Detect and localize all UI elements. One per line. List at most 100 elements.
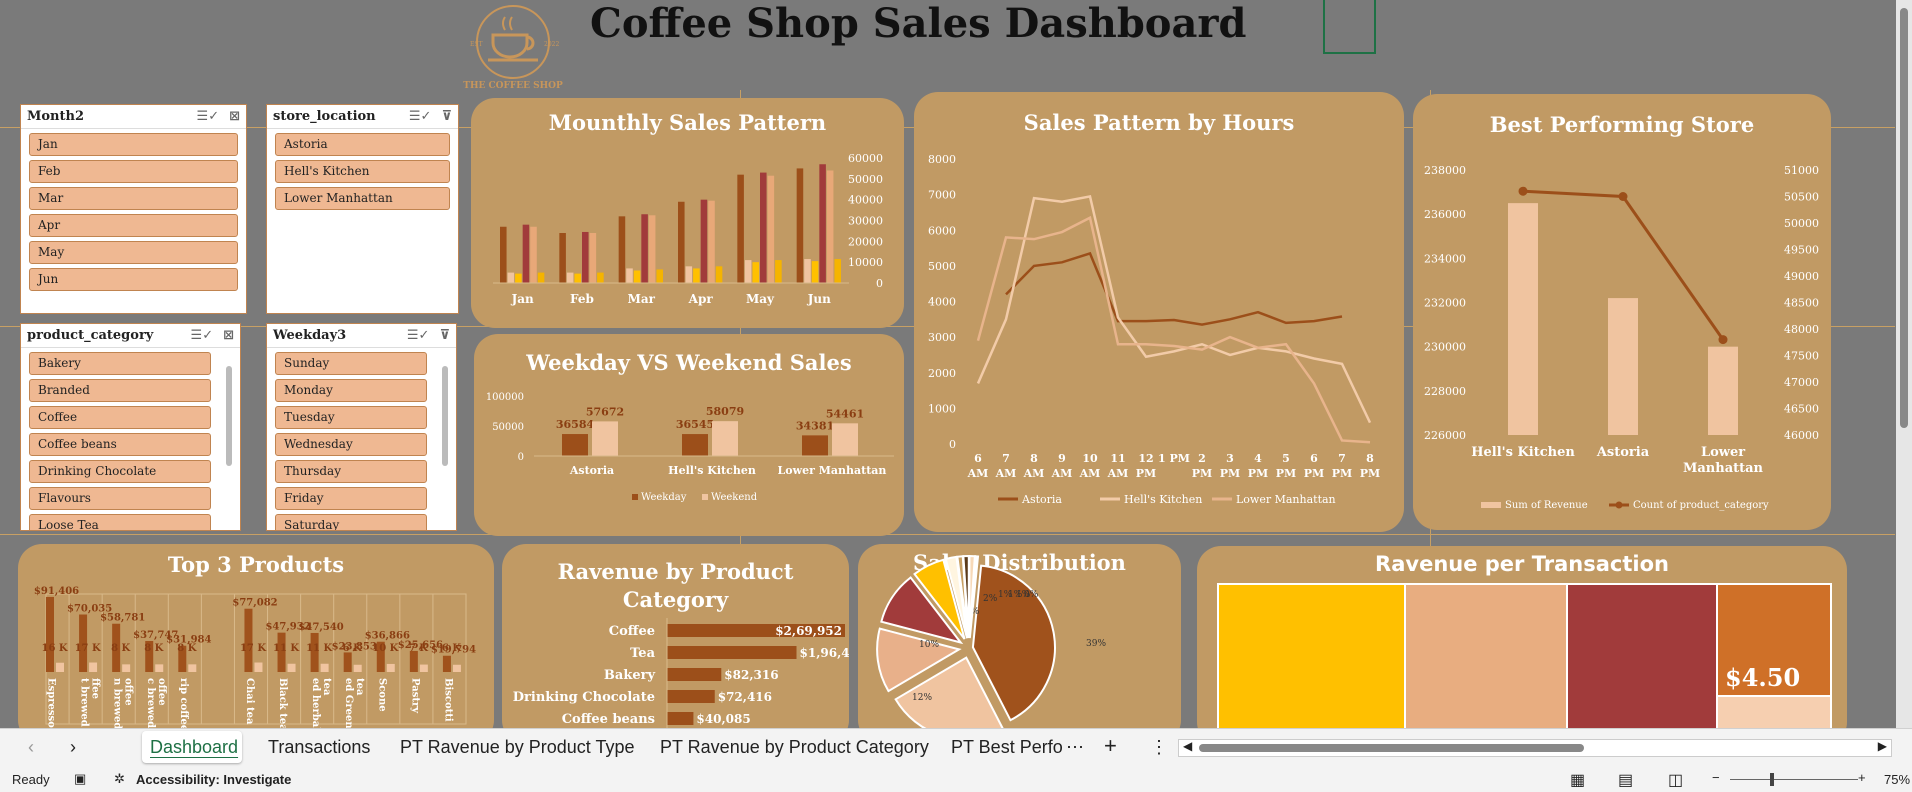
page-break-icon[interactable]: ◫ xyxy=(1668,770,1683,790)
slicer-item[interactable]: Coffee xyxy=(29,406,211,429)
slicer-item[interactable]: Jun xyxy=(29,268,238,291)
x-tick-label: Jun xyxy=(807,292,831,306)
window-vertical-scrollbar[interactable] xyxy=(1896,0,1912,728)
store-location-slicer[interactable]: store_location ☰✓ ⊽ Astoria Hell's Kitchen… xyxy=(266,104,459,314)
tab-dashboard[interactable]: Dashboard xyxy=(150,737,238,758)
slicer-item[interactable]: Apr xyxy=(29,214,238,237)
category-revenue-chart[interactable]: Ravenue by Product Category Coffee $2,69,… xyxy=(502,544,849,744)
multi-select-icon[interactable]: ☰✓ xyxy=(191,328,214,343)
bar xyxy=(648,215,656,283)
top-products-chart[interactable]: Top 3 Products $91,406 16 K Espresso $70,03… xyxy=(18,544,494,744)
slicer-scrollbar[interactable] xyxy=(226,366,232,466)
y-tick-label: 0 xyxy=(949,438,956,451)
month-slicer[interactable]: Month2 ☰✓ ⊠ Jan Feb Mar Apr May Jun xyxy=(20,104,247,314)
sales-distribution-chart[interactable]: Sales Distribution 39%12%10%6%2%1%1%1%0% xyxy=(858,544,1181,744)
scroll-right-icon[interactable]: ▶ xyxy=(1878,739,1887,753)
slicer-item[interactable]: Jan xyxy=(29,133,238,156)
clear-filter-icon[interactable]: ⊽ xyxy=(441,109,452,124)
accessibility-status[interactable]: Accessibility: Investigate xyxy=(136,772,291,787)
y2-tick-label: 49000 xyxy=(1784,270,1819,283)
grid-line xyxy=(0,534,1895,535)
slicer-item[interactable]: Astoria xyxy=(275,133,450,156)
slicer-item[interactable]: Mar xyxy=(29,187,238,210)
slicer-item[interactable]: Branded xyxy=(29,379,211,402)
bar xyxy=(500,226,507,283)
zoom-slider[interactable] xyxy=(1730,779,1858,780)
slicer-item[interactable]: Bakery xyxy=(29,352,211,375)
slicer-item[interactable]: Tuesday xyxy=(275,406,427,429)
clear-filter-icon[interactable]: ⊠ xyxy=(223,328,234,343)
slicer-item[interactable]: Drinking Chocolate xyxy=(29,460,211,483)
scroll-left-icon[interactable]: ◀ xyxy=(1183,739,1192,753)
y-tick-label: Coffee beans xyxy=(562,712,655,727)
y-tick-label: 228000 xyxy=(1424,385,1466,398)
monthly-sales-chart[interactable]: Mounthly Sales Pattern 60000 50000 40000 30… xyxy=(471,98,904,328)
slicer-title: store_location xyxy=(273,109,376,124)
x-tick-label: 1 PM xyxy=(1158,452,1190,465)
product-category-slicer[interactable]: product_category ☰✓ ⊠ Bakery Branded Coffee… xyxy=(20,323,241,531)
horizontal-scrollbar[interactable]: ◀ ▶ xyxy=(1178,739,1892,757)
scroll-thumb[interactable] xyxy=(1199,744,1584,752)
macro-icon[interactable]: ▣ xyxy=(74,771,86,787)
page-layout-icon[interactable]: ▤ xyxy=(1618,770,1633,790)
tab-pt-best-performing[interactable]: PT Best Perfo xyxy=(951,737,1063,758)
x-tick-label: Hell's Kitchen xyxy=(668,464,756,477)
bar xyxy=(287,663,296,672)
y-tick-label: 1000 xyxy=(928,402,956,415)
prev-sheet-icon[interactable]: ‹ xyxy=(28,737,34,758)
multi-select-icon[interactable]: ☰✓ xyxy=(407,328,430,343)
zoom-in-icon[interactable]: + xyxy=(1858,770,1866,785)
slicer-item[interactable]: Flavours xyxy=(29,487,211,510)
y2-tick-label: 47500 xyxy=(1784,350,1819,363)
scroll-thumb[interactable] xyxy=(1900,8,1908,428)
more-tabs-icon[interactable]: ⋯ xyxy=(1066,737,1084,758)
bar xyxy=(667,712,694,725)
x-tick-label: PM xyxy=(1248,467,1268,480)
bar xyxy=(811,261,819,283)
bar xyxy=(574,273,581,283)
selected-cell[interactable] xyxy=(1323,0,1376,54)
weekday-slicer[interactable]: Weekday3 ☰✓ ⊽ Sunday Monday Tuesday Wednesda… xyxy=(266,323,457,531)
slicer-item[interactable]: Saturday xyxy=(275,514,427,530)
zoom-out-icon[interactable]: − xyxy=(1712,770,1720,785)
slicer-item[interactable]: Sunday xyxy=(275,352,427,375)
y-tick-label: Bakery xyxy=(604,668,656,683)
bar xyxy=(562,434,588,456)
weekday-weekend-chart[interactable]: Weekday VS Weekend Sales 100000 50000 0 365… xyxy=(474,334,904,536)
hourly-sales-chart[interactable]: Sales Pattern by Hours 8000 7000 6000 5000 4… xyxy=(914,92,1404,532)
slicer-item[interactable]: Hell's Kitchen xyxy=(275,160,450,183)
slicer-item[interactable]: Friday xyxy=(275,487,427,510)
slicer-item[interactable]: Feb xyxy=(29,160,238,183)
x-tick-label: c brewed xyxy=(145,678,156,728)
sheet-options-icon[interactable]: ⋮ xyxy=(1150,737,1168,758)
add-sheet-icon[interactable]: + xyxy=(1104,733,1117,759)
bar xyxy=(744,260,752,283)
x-tick-label: AM xyxy=(1051,467,1073,480)
clear-filter-icon[interactable]: ⊠ xyxy=(229,109,240,124)
multi-select-icon[interactable]: ☰✓ xyxy=(197,109,220,124)
multi-select-icon[interactable]: ☰✓ xyxy=(409,109,432,124)
slicer-item[interactable]: Loose Tea xyxy=(29,514,211,530)
bar xyxy=(834,259,841,283)
x-tick-label: 4 xyxy=(1254,452,1262,465)
data-label: 6 K xyxy=(442,643,461,654)
x-tick-label: t brewed xyxy=(79,678,90,727)
slicer-item[interactable]: Thursday xyxy=(275,460,427,483)
clear-filter-icon[interactable]: ⊽ xyxy=(439,328,450,343)
slicer-item[interactable]: May xyxy=(29,241,238,264)
slicer-scrollbar[interactable] xyxy=(442,366,448,466)
revenue-per-transaction-chart[interactable]: Ravenue per Transaction $4.50 xyxy=(1197,546,1847,746)
next-sheet-icon[interactable]: › xyxy=(70,737,76,758)
slicer-item[interactable]: Wednesday xyxy=(275,433,427,456)
zoom-slider-thumb[interactable] xyxy=(1770,773,1774,786)
slicer-item[interactable]: Lower Manhattan xyxy=(275,187,450,210)
slicer-item[interactable]: Monday xyxy=(275,379,427,402)
tab-pt-revenue-product-type[interactable]: PT Ravenue by Product Type xyxy=(400,737,634,758)
x-tick-label: PM xyxy=(1360,467,1380,480)
tab-transactions[interactable]: Transactions xyxy=(268,737,370,758)
normal-view-icon[interactable]: ▦ xyxy=(1570,770,1585,790)
best-store-chart[interactable]: Best Performing Store 238000 236000 234000… xyxy=(1413,94,1831,530)
x-tick-label: ed Green xyxy=(343,678,354,729)
slicer-item[interactable]: Coffee beans xyxy=(29,433,211,456)
tab-pt-revenue-product-category[interactable]: PT Ravenue by Product Category xyxy=(660,737,929,758)
